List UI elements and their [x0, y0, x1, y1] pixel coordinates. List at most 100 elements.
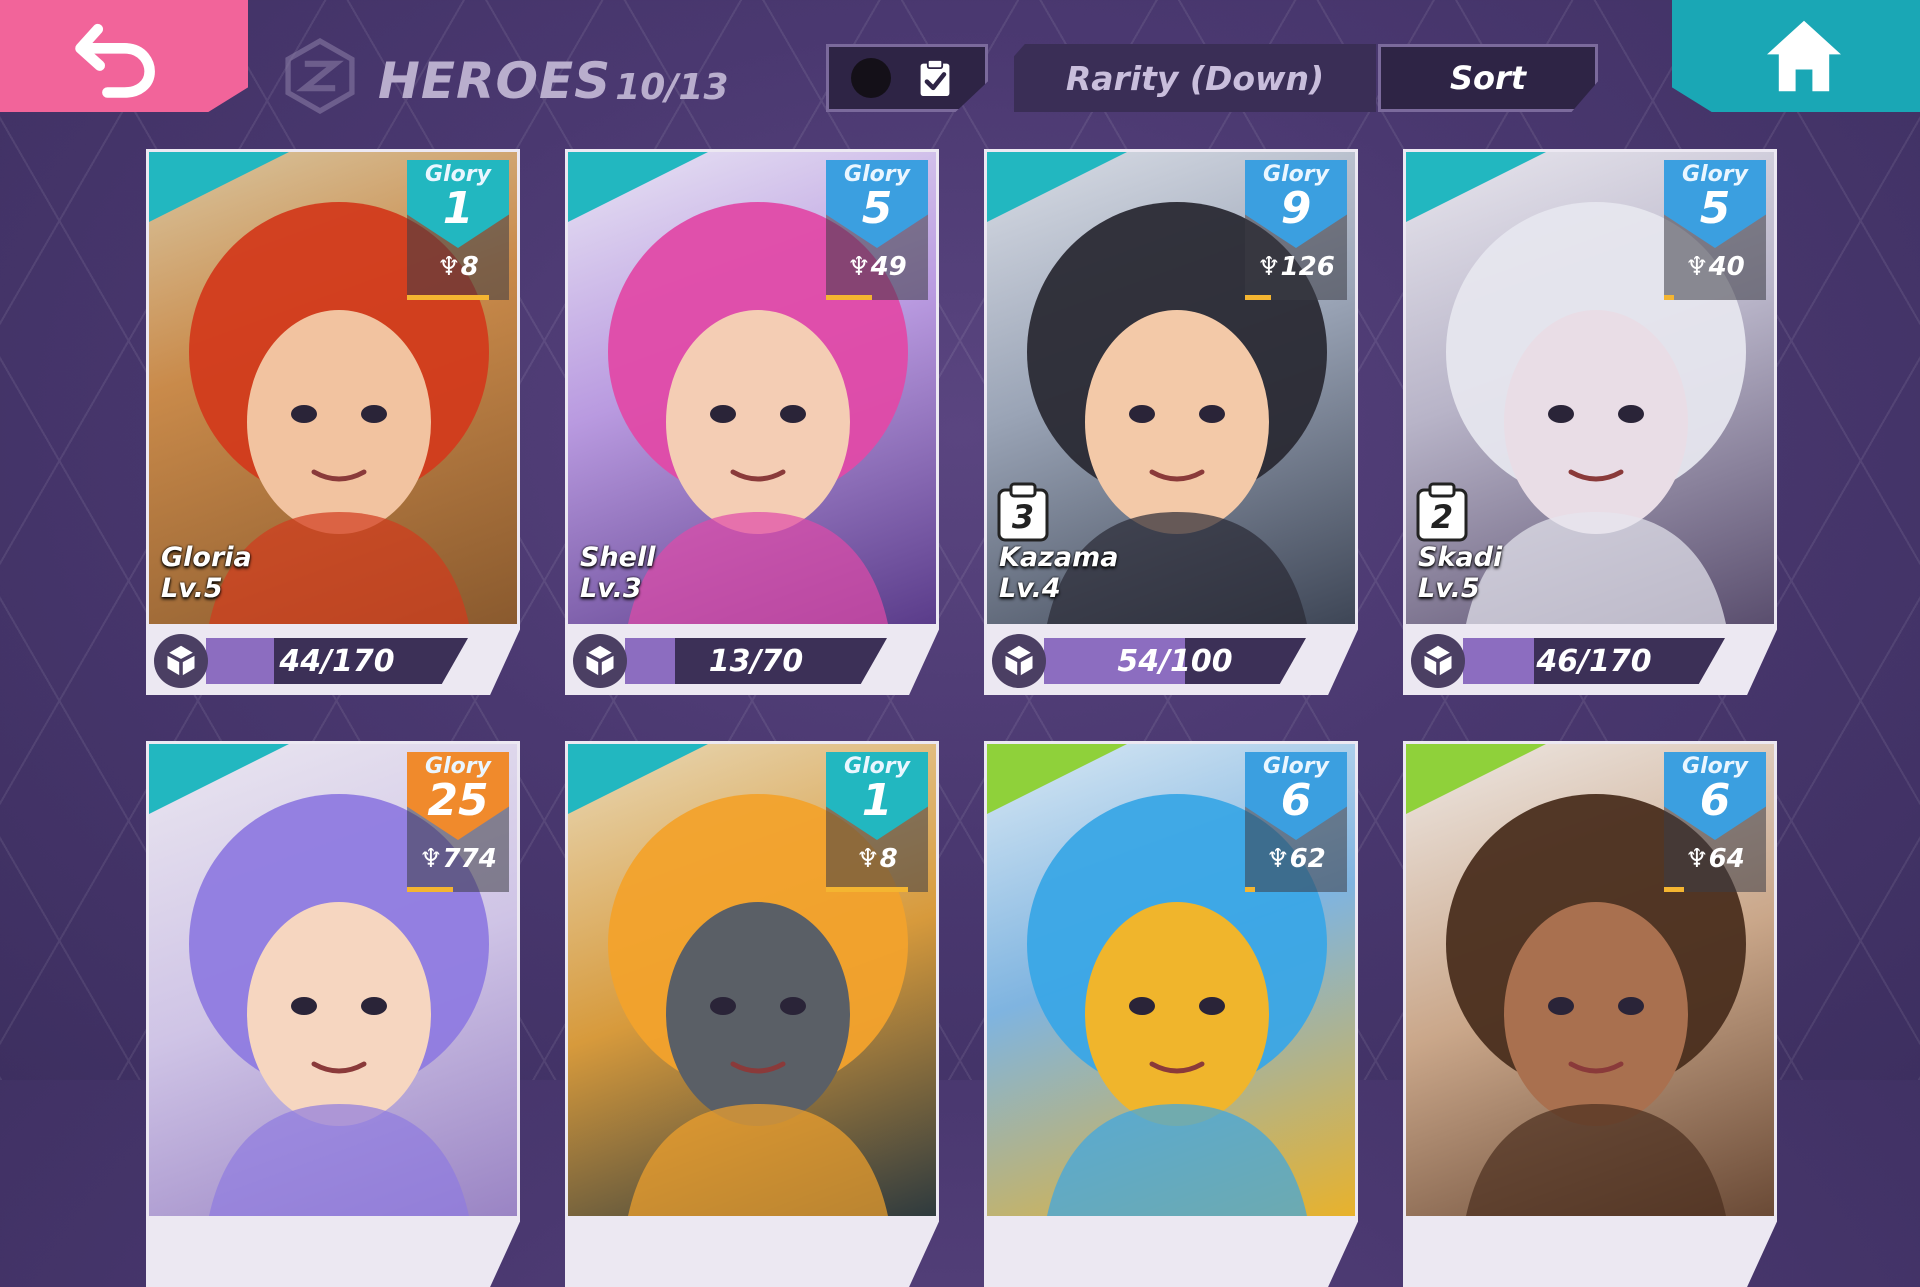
hero-name-level: Shell Lv.3: [580, 542, 656, 604]
hero-name: Shell: [580, 542, 656, 573]
rarity-corner: [1406, 152, 1546, 222]
glory-panel: Glory 5 ♆49: [826, 160, 928, 300]
rank-badge-number: 2: [1431, 498, 1453, 536]
trophy-icon: ♆: [1257, 252, 1281, 282]
back-arrow-icon: [75, 23, 155, 98]
trophy-value: 49: [870, 252, 907, 282]
rarity-corner: [149, 744, 289, 814]
hero-portrait: Glory 1 ♆8: [568, 744, 936, 1216]
trophy-count: ♆8: [856, 844, 897, 874]
shard-bar: 44/170: [206, 638, 468, 684]
shard-icon: [992, 634, 1046, 688]
glory-level: 6: [1280, 775, 1312, 826]
trophy-count: ♆62: [1266, 844, 1326, 874]
back-button[interactable]: [0, 0, 248, 112]
glory-progress-bar: [1664, 295, 1675, 300]
shard-bar: 46/170: [1463, 638, 1725, 684]
heroes-logo-icon: [285, 38, 355, 114]
rarity-corner: [987, 152, 1127, 222]
glory-level: 6: [1699, 775, 1731, 826]
shard-progress: 44/170: [146, 624, 520, 695]
glory-level: 1: [442, 183, 474, 234]
glory-progress-bar: [1664, 887, 1685, 892]
rarity-sort-select[interactable]: Rarity (Down): [1014, 44, 1376, 112]
rarity-corner: [987, 744, 1127, 814]
hero-level: Lv.5: [161, 573, 223, 604]
trophy-icon: ♆: [1266, 844, 1290, 874]
hero-card[interactable]: Glory 5 ♆49 Shell Lv.3 13/70: [565, 149, 939, 695]
hero-name: Gloria: [161, 542, 252, 573]
trophy-count: ♆774: [419, 844, 497, 874]
hero-card[interactable]: Glory 6 ♆64: [1403, 741, 1777, 1287]
glory-progress-bar: [826, 887, 908, 892]
trophy-value: 40: [1708, 252, 1745, 282]
trophy-value: 8: [460, 252, 479, 282]
trophy-icon: ♆: [419, 844, 443, 874]
sort-button[interactable]: Sort: [1378, 44, 1598, 112]
hero-level: Lv.5: [1418, 573, 1480, 604]
glory-level: 5: [861, 183, 893, 234]
trophy-icon: ♆: [847, 252, 871, 282]
shard-icon: [154, 634, 208, 688]
trophy-count: ♆40: [1685, 252, 1745, 282]
home-icon: [1767, 20, 1841, 92]
hero-portrait: Glory 5 ♆49 Shell Lv.3: [568, 152, 936, 624]
glory-panel: Glory 6 ♆62: [1245, 752, 1347, 892]
page-header: HEROES 10/13: [282, 38, 729, 114]
shard-count: 13/70: [708, 643, 804, 679]
hero-name-level: Gloria Lv.5: [161, 542, 252, 604]
shard-count: 54/100: [1117, 643, 1233, 679]
glory-panel: Glory 5 ♆40: [1664, 160, 1766, 300]
glory-panel: Glory 6 ♆64: [1664, 752, 1766, 892]
hero-card[interactable]: Glory 5 ♆40 2 Skadi Lv.5 46/170: [1403, 149, 1777, 695]
hero-name-level: Skadi Lv.5: [1418, 542, 1502, 604]
trophy-count: ♆64: [1685, 844, 1745, 874]
hero-portrait: Glory 25 ♆774: [149, 744, 517, 1216]
shard-bar: 13/70: [625, 638, 887, 684]
hero-count: 10/13: [615, 67, 729, 108]
glory-progress-bar: [1245, 887, 1256, 892]
rarity-corner: [1406, 744, 1546, 814]
hero-portrait: Glory 6 ♆64: [1406, 744, 1774, 1216]
hero-card[interactable]: Glory 6 ♆62: [984, 741, 1358, 1287]
hero-name: Skadi: [1418, 542, 1503, 573]
shard-progress: 13/70: [565, 624, 939, 695]
trophy-value: 62: [1289, 844, 1326, 874]
shard-progress: 46/170: [1403, 624, 1777, 695]
trophy-icon: ♆: [1685, 844, 1709, 874]
rarity-corner: [149, 152, 289, 222]
shard-icon: [573, 634, 627, 688]
trophy-value: 126: [1280, 252, 1335, 282]
glory-panel: Glory 1 ♆8: [826, 752, 928, 892]
trophy-icon: ♆: [856, 844, 880, 874]
rarity-corner: [568, 152, 708, 222]
glory-level: 1: [861, 775, 893, 826]
glory-level: 5: [1699, 183, 1731, 234]
hero-portrait: Glory 5 ♆40 2 Skadi Lv.5: [1406, 152, 1774, 624]
hero-portrait: Glory 1 ♆8 Gloria Lv.5: [149, 152, 517, 624]
hero-card[interactable]: Glory 9 ♆126 3 Kazama Lv.4 54/100: [984, 149, 1358, 695]
trophy-count: ♆8: [437, 252, 478, 282]
rank-badge-number: 3: [1012, 498, 1034, 536]
rank-badge-icon: 3: [997, 482, 1049, 542]
clipboard-check-icon: [920, 59, 950, 96]
glory-progress-bar: [826, 295, 872, 300]
hero-card[interactable]: Glory 1 ♆8: [565, 741, 939, 1287]
home-button[interactable]: [1672, 0, 1920, 112]
glory-progress-bar: [407, 295, 489, 300]
trophy-icon: ♆: [1685, 252, 1709, 282]
shard-progress: 54/100: [984, 624, 1358, 695]
hero-name-level: Kazama Lv.4: [999, 542, 1118, 604]
owned-filter-toggle[interactable]: [826, 44, 988, 112]
hero-card[interactable]: Glory 1 ♆8 Gloria Lv.5 44/170: [146, 149, 520, 695]
trophy-value: 8: [879, 844, 898, 874]
hero-card[interactable]: Glory 25 ♆774: [146, 741, 520, 1287]
hero-portrait: Glory 9 ♆126 3 Kazama Lv.4: [987, 152, 1355, 624]
glory-level: 9: [1280, 183, 1312, 234]
glory-level: 25: [427, 775, 489, 826]
shard-count: 46/170: [1536, 643, 1652, 679]
shard-bar: 54/100: [1044, 638, 1306, 684]
rarity-corner: [568, 744, 708, 814]
trophy-value: 774: [442, 844, 497, 874]
hero-level: Lv.3: [580, 573, 642, 604]
